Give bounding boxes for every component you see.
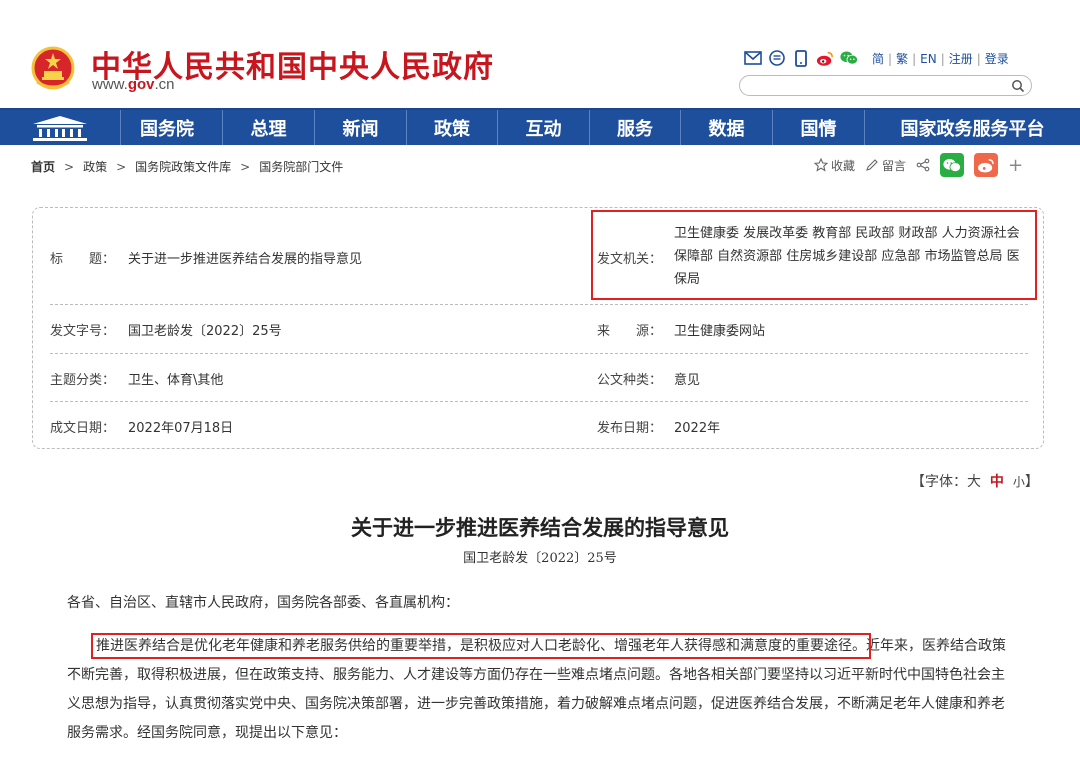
register-link[interactable]: 注册 bbox=[949, 52, 973, 66]
title-value: 关于进一步推进医养结合发展的指导意见 bbox=[128, 252, 363, 267]
url-prefix: www. bbox=[92, 76, 128, 93]
collect-button[interactable]: 收藏 bbox=[814, 157, 855, 174]
chevron-right-icon: > bbox=[116, 160, 127, 174]
share-icon[interactable] bbox=[916, 158, 930, 172]
url-suffix: .cn bbox=[154, 76, 175, 93]
site-header: 中华人民共和国中央人民政府 www.gov.cn 简 | 繁 | EN | 注册 | 登录 bbox=[0, 0, 1080, 108]
pencil-icon bbox=[866, 159, 878, 171]
mobile-icon[interactable] bbox=[792, 49, 810, 67]
home-building-icon[interactable] bbox=[0, 110, 120, 145]
publish-date-value: 2022年 bbox=[674, 421, 721, 436]
nav-item-policy[interactable]: 政策 bbox=[406, 110, 497, 145]
plus-icon[interactable]: + bbox=[1008, 155, 1023, 176]
comment-label: 留言 bbox=[882, 158, 907, 173]
breadcrumb-dept-files[interactable]: 国务院部门文件 bbox=[259, 160, 343, 174]
written-date-label: 成文日期： bbox=[50, 421, 116, 436]
doc-type-value: 意见 bbox=[674, 373, 701, 388]
row-divider bbox=[50, 304, 1028, 305]
written-date-value: 2022年07月18日 bbox=[128, 421, 234, 436]
title-label: 标 题： bbox=[50, 252, 116, 267]
nav-item-interaction[interactable]: 互动 bbox=[497, 110, 589, 145]
search-input[interactable] bbox=[739, 75, 1032, 96]
nav-item-premier[interactable]: 总理 bbox=[222, 110, 314, 145]
nav-item-state-council[interactable]: 国务院 bbox=[120, 110, 213, 145]
doc-number-label: 发文字号： bbox=[50, 324, 116, 339]
font-size-selector: 【字体：大 中 小】 bbox=[911, 471, 1039, 491]
nav-item-national-info[interactable]: 国情 bbox=[772, 110, 864, 145]
lang-english[interactable]: EN bbox=[920, 52, 937, 66]
mail-icon[interactable] bbox=[744, 49, 762, 67]
weibo-icon[interactable] bbox=[816, 49, 834, 67]
page-tools: 收藏 留言 + bbox=[814, 152, 1023, 178]
font-size-medium[interactable]: 中 bbox=[990, 474, 1004, 490]
nav-item-service-platform[interactable]: 国家政务服务平台 bbox=[864, 110, 1080, 145]
breadcrumb: 首页 > 政策 > 国务院政策文件库 > 国务院部门文件 bbox=[31, 158, 343, 175]
nav-item-data[interactable]: 数据 bbox=[680, 110, 772, 145]
wechat-share-icon[interactable] bbox=[940, 153, 965, 177]
nav-item-news[interactable]: 新闻 bbox=[314, 110, 406, 145]
source-value: 卫生健康委网站 bbox=[674, 324, 766, 339]
star-icon bbox=[814, 158, 828, 172]
article-paragraph: 推进医养结合是优化老年健康和养老服务供给的重要举措，是积极应对人口老龄化、增强老… bbox=[67, 632, 1017, 748]
topic-label: 主题分类： bbox=[50, 373, 116, 388]
url-domain: gov bbox=[127, 76, 155, 93]
breadcrumb-home[interactable]: 首页 bbox=[31, 160, 55, 174]
top-tools bbox=[744, 47, 858, 69]
highlighted-sentence: 推进医养结合是优化老年健康和养老服务供给的重要举措，是积极应对人口老龄化、增强老… bbox=[91, 633, 871, 659]
site-url: www.gov.cn bbox=[92, 76, 175, 93]
national-emblem-logo[interactable] bbox=[31, 46, 75, 92]
article-doc-number: 国卫老龄发〔2022〕25号 bbox=[463, 551, 617, 566]
language-links: 简 | 繁 | EN | 注册 | 登录 bbox=[872, 52, 1009, 66]
topic-value: 卫生、体育\其他 bbox=[128, 373, 224, 388]
main-nav: 国务院 总理 新闻 政策 互动 服务 数据 国情 国家政务服务平台 bbox=[0, 108, 1080, 145]
doc-number-value: 国卫老龄发〔2022〕25号 bbox=[128, 324, 282, 339]
font-size-large[interactable]: 大 bbox=[967, 474, 981, 490]
publish-date-label: 发布日期： bbox=[597, 421, 663, 436]
lang-simplified[interactable]: 简 bbox=[872, 52, 884, 66]
wechat-icon[interactable] bbox=[840, 49, 858, 67]
collect-label: 收藏 bbox=[831, 158, 856, 173]
font-size-suffix: 】 bbox=[1024, 474, 1039, 490]
article-salutation: 各省、自治区、直辖市人民政府，国务院各部委、各直属机构： bbox=[67, 595, 459, 611]
font-size-small[interactable]: 小 bbox=[1013, 475, 1025, 489]
font-size-prefix: 【字体： bbox=[911, 474, 967, 490]
login-link[interactable]: 登录 bbox=[985, 52, 1009, 66]
breadcrumb-policy-library[interactable]: 国务院政策文件库 bbox=[135, 160, 231, 174]
nav-item-services[interactable]: 服务 bbox=[589, 110, 680, 145]
comment-button[interactable]: 留言 bbox=[865, 157, 906, 174]
chevron-right-icon: > bbox=[64, 160, 75, 174]
search-icon[interactable] bbox=[1011, 78, 1025, 97]
rss-icon[interactable] bbox=[768, 49, 786, 67]
lang-traditional[interactable]: 繁 bbox=[896, 52, 908, 66]
issuer-highlight-box bbox=[591, 210, 1037, 300]
article-title: 关于进一步推进医养结合发展的指导意见 bbox=[351, 515, 729, 540]
doc-type-label: 公文种类： bbox=[597, 373, 663, 388]
breadcrumb-policy[interactable]: 政策 bbox=[83, 160, 107, 174]
row-divider bbox=[50, 401, 1028, 402]
source-label: 来 源： bbox=[597, 324, 663, 339]
chevron-right-icon: > bbox=[240, 160, 251, 174]
row-divider bbox=[50, 353, 1028, 354]
weibo-share-icon[interactable] bbox=[974, 153, 999, 177]
